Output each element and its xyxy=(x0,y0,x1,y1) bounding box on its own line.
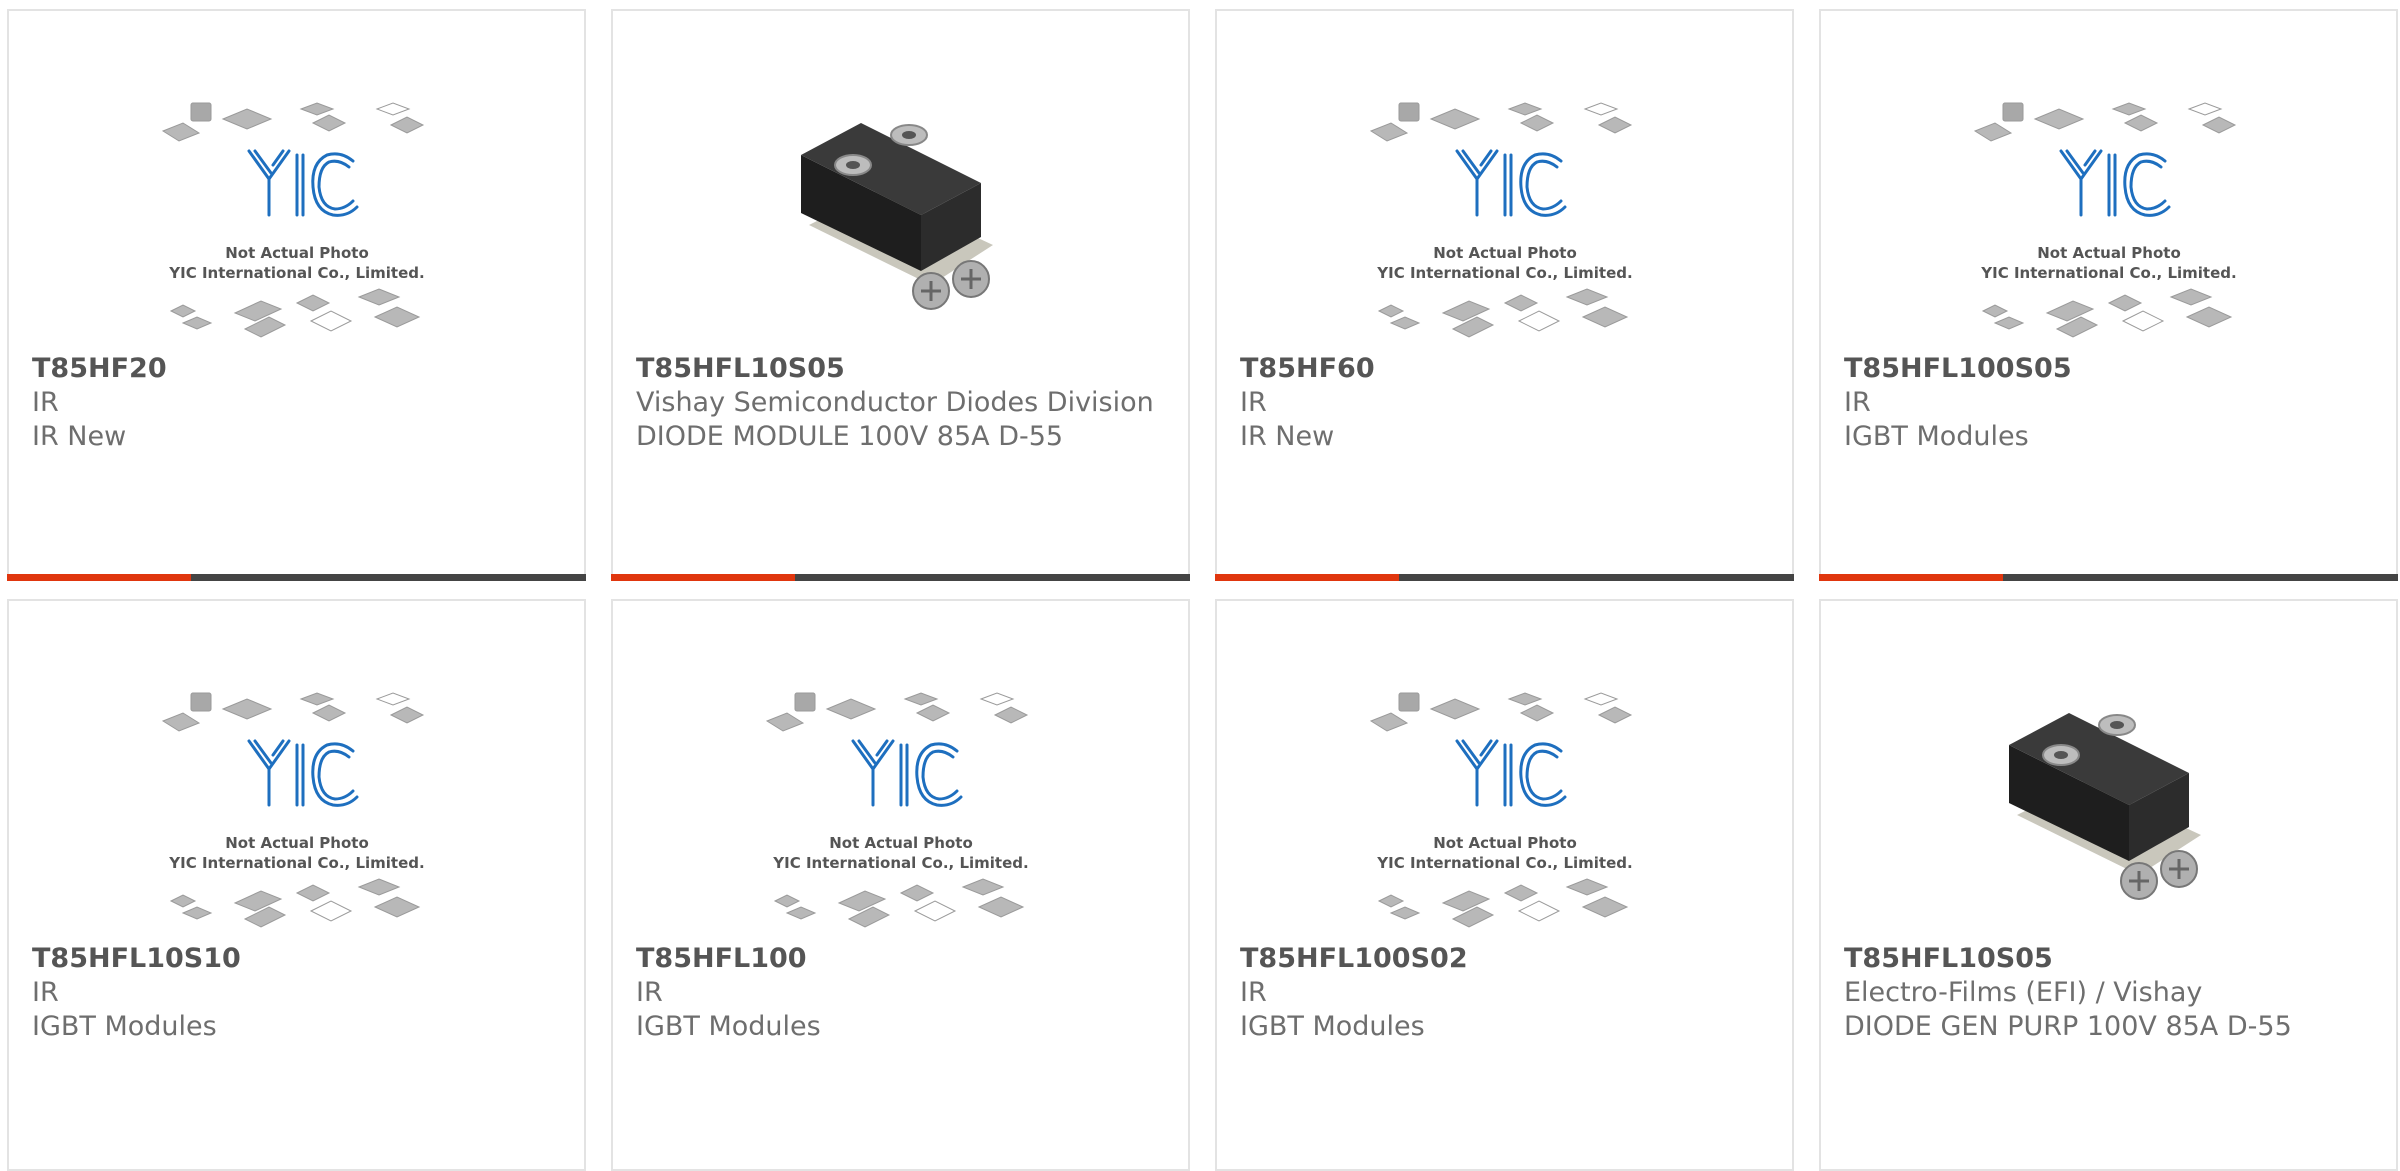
card-accent-bar xyxy=(1819,574,2003,581)
placeholder-image: Not Actual Photo YIC International Co., L… xyxy=(1973,102,2236,338)
card-bottom-bar xyxy=(1819,574,2398,581)
placeholder-caption-line2: YIC International Co., Limited. xyxy=(772,854,1028,872)
manufacturer: IR xyxy=(1240,977,1267,1008)
manufacturer: IR xyxy=(1844,387,1871,418)
product-info: T85HF60 IR IR New xyxy=(1240,352,1772,454)
part-number[interactable]: T85HF20 xyxy=(32,352,564,386)
manufacturer: IR xyxy=(636,977,663,1008)
yic-logo xyxy=(247,739,358,807)
placeholder-image: Not Actual Photo YIC International Co., L… xyxy=(1369,102,1632,338)
card-accent-bar xyxy=(611,574,795,581)
product-info: T85HFL10S10 IR IGBT Modules xyxy=(32,942,564,1044)
chip-icons xyxy=(1973,102,2236,338)
description: IR New xyxy=(32,421,127,452)
placeholder-caption-line2: YIC International Co., Limited. xyxy=(1376,854,1632,872)
part-number[interactable]: T85HFL10S05 xyxy=(1844,942,2376,976)
product-card[interactable]: Not Actual Photo YIC International Co., L… xyxy=(1215,9,1794,581)
chip-icons xyxy=(161,102,424,338)
description: IGBT Modules xyxy=(1240,1011,1425,1042)
placeholder-image: Not Actual Photo YIC International Co., L… xyxy=(765,692,1028,928)
product-image[interactable]: Not Actual Photo YIC International Co., L… xyxy=(9,685,584,947)
diode-module-image xyxy=(800,123,993,310)
card-bottom-bar xyxy=(7,574,586,581)
yic-logo xyxy=(1455,739,1566,807)
product-image[interactable]: Not Actual Photo YIC International Co., L… xyxy=(1217,95,1792,357)
placeholder-caption-line1: Not Actual Photo xyxy=(2037,244,2181,262)
part-number[interactable]: T85HFL100S02 xyxy=(1240,942,1772,976)
description: IGBT Modules xyxy=(1844,421,2029,452)
product-card[interactable]: Not Actual Photo YIC International Co., L… xyxy=(611,599,1190,1171)
product-info: T85HFL100 IR IGBT Modules xyxy=(636,942,1168,1044)
product-card[interactable]: Not Actual Photo YIC International Co., L… xyxy=(7,599,586,1171)
placeholder-image: Not Actual Photo YIC International Co., L… xyxy=(161,692,424,928)
placeholder-caption-line2: YIC International Co., Limited. xyxy=(168,264,424,282)
product-image[interactable] xyxy=(613,95,1188,357)
placeholder-image: Not Actual Photo YIC International Co., L… xyxy=(1369,692,1632,928)
product-image[interactable]: Not Actual Photo YIC International Co., L… xyxy=(9,95,584,357)
placeholder-caption-line1: Not Actual Photo xyxy=(1433,834,1577,852)
card-accent-bar xyxy=(7,574,191,581)
manufacturer: IR xyxy=(1240,387,1267,418)
product-image[interactable] xyxy=(1821,685,2396,947)
description: IGBT Modules xyxy=(32,1011,217,1042)
description: IGBT Modules xyxy=(636,1011,821,1042)
description: IR New xyxy=(1240,421,1335,452)
product-image[interactable]: Not Actual Photo YIC International Co., L… xyxy=(1821,95,2396,357)
chip-icons xyxy=(765,692,1028,928)
yic-logo xyxy=(1455,149,1566,217)
part-number[interactable]: T85HFL100S05 xyxy=(1844,352,2376,386)
yic-logo xyxy=(247,149,358,217)
product-info: T85HFL10S05 Vishay Semiconductor Diodes … xyxy=(636,352,1168,454)
part-number[interactable]: T85HFL100 xyxy=(636,942,1168,976)
placeholder-caption-line2: YIC International Co., Limited. xyxy=(1980,264,2236,282)
manufacturer: Vishay Semiconductor Diodes Division xyxy=(636,387,1154,418)
product-card[interactable]: Not Actual Photo YIC International Co., L… xyxy=(7,9,586,581)
product-info: T85HFL100S02 IR IGBT Modules xyxy=(1240,942,1772,1044)
yic-logo xyxy=(851,739,962,807)
part-number[interactable]: T85HFL10S05 xyxy=(636,352,1168,386)
manufacturer: IR xyxy=(32,977,59,1008)
diode-module-image xyxy=(2008,713,2201,900)
product-info: T85HF20 IR IR New xyxy=(32,352,564,454)
manufacturer: Electro-Films (EFI) / Vishay xyxy=(1844,977,2203,1008)
product-card[interactable]: T85HFL10S05 Electro-Films (EFI) / Vishay… xyxy=(1819,599,2398,1171)
product-card[interactable]: T85HFL10S05 Vishay Semiconductor Diodes … xyxy=(611,9,1190,581)
yic-logo xyxy=(2059,149,2170,217)
card-accent-bar xyxy=(1215,574,1399,581)
product-grid: Not Actual Photo YIC International Co., L… xyxy=(7,9,2398,1171)
placeholder-caption-line1: Not Actual Photo xyxy=(829,834,973,852)
product-image[interactable]: Not Actual Photo YIC International Co., L… xyxy=(613,685,1188,947)
manufacturer: IR xyxy=(32,387,59,418)
placeholder-caption-line2: YIC International Co., Limited. xyxy=(168,854,424,872)
part-number[interactable]: T85HF60 xyxy=(1240,352,1772,386)
placeholder-caption-line1: Not Actual Photo xyxy=(1433,244,1577,262)
placeholder-caption-line1: Not Actual Photo xyxy=(225,244,369,262)
chip-icons xyxy=(1369,692,1632,928)
product-card[interactable]: Not Actual Photo YIC International Co., L… xyxy=(1215,599,1794,1171)
product-image[interactable]: Not Actual Photo YIC International Co., L… xyxy=(1217,685,1792,947)
product-info: T85HFL100S05 IR IGBT Modules xyxy=(1844,352,2376,454)
description: DIODE MODULE 100V 85A D-55 xyxy=(636,421,1064,452)
placeholder-caption-line2: YIC International Co., Limited. xyxy=(1376,264,1632,282)
chip-icons xyxy=(161,692,424,928)
placeholder-caption-line1: Not Actual Photo xyxy=(225,834,369,852)
part-number[interactable]: T85HFL10S10 xyxy=(32,942,564,976)
card-bottom-bar xyxy=(611,574,1190,581)
card-bottom-bar xyxy=(1215,574,1794,581)
product-card[interactable]: Not Actual Photo YIC International Co., L… xyxy=(1819,9,2398,581)
product-info: T85HFL10S05 Electro-Films (EFI) / Vishay… xyxy=(1844,942,2376,1044)
chip-icons xyxy=(1369,102,1632,338)
description: DIODE GEN PURP 100V 85A D-55 xyxy=(1844,1011,2292,1042)
placeholder-image: Not Actual Photo YIC International Co., L… xyxy=(161,102,424,338)
